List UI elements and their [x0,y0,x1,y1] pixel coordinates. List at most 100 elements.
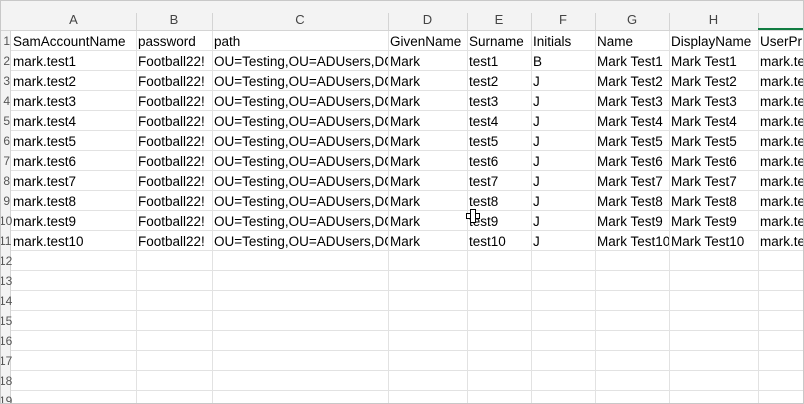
data-cell[interactable]: mark.test2 [11,71,136,91]
data-cell[interactable]: mark.te [758,211,803,231]
data-cell[interactable]: J [531,231,595,251]
data-cell[interactable]: Football22! [136,211,212,231]
row-header-18[interactable]: 18 [1,371,12,391]
data-cell[interactable]: test3 [467,91,531,111]
row-header-12[interactable]: 12 [1,251,12,271]
data-cell[interactable]: Football22! [136,111,212,131]
data-cell[interactable]: Mark Test3 [669,91,758,111]
data-cell[interactable]: Mark Test4 [595,111,669,131]
data-cell[interactable]: mark.test1 [11,51,136,71]
data-cell[interactable]: J [531,91,595,111]
row-header-16[interactable]: 16 [1,331,12,351]
data-cell[interactable]: OU=Testing,OU=ADUsers,DC [212,131,388,151]
data-cell[interactable]: mark.test3 [11,91,136,111]
data-cell[interactable]: mark.test5 [11,131,136,151]
data-cell[interactable]: mark.te [758,151,803,171]
data-cell[interactable]: J [531,71,595,91]
data-cell[interactable]: Mark Test5 [595,131,669,151]
header-cell[interactable]: Initials [531,31,595,51]
data-cell[interactable]: Mark [388,131,467,151]
data-cell[interactable]: Mark [388,211,467,231]
row-header-4[interactable]: 4 [1,91,10,111]
row-header-15[interactable]: 15 [1,311,12,331]
data-cell[interactable]: test5 [467,131,531,151]
header-cell[interactable]: DisplayName [669,31,758,51]
data-cell[interactable]: mark.te [758,131,803,151]
data-cell[interactable]: Mark Test1 [669,51,758,71]
data-cell[interactable]: test1 [467,51,531,71]
data-cell[interactable]: Football22! [136,191,212,211]
data-cell[interactable]: mark.test7 [11,171,136,191]
data-cell[interactable]: Mark Test9 [669,211,758,231]
data-cell[interactable]: mark.te [758,191,803,211]
data-cell[interactable]: test6 [467,151,531,171]
column-header-a[interactable]: A [11,1,136,30]
data-cell[interactable]: OU=Testing,OU=ADUsers,DC [212,231,388,251]
row-header-10[interactable]: 10 [1,211,12,231]
data-cell[interactable]: J [531,131,595,151]
row-header-6[interactable]: 6 [1,131,10,151]
data-cell[interactable]: Football22! [136,131,212,151]
column-header-c[interactable]: C [212,1,388,30]
data-cell[interactable]: Football22! [136,71,212,91]
row-header-5[interactable]: 5 [1,111,10,131]
header-cell[interactable]: Surname [467,31,531,51]
data-cell[interactable]: mark.te [758,71,803,91]
data-cell[interactable]: Mark Test3 [595,91,669,111]
data-cell[interactable]: Football22! [136,151,212,171]
row-header-14[interactable]: 14 [1,291,12,311]
row-header-13[interactable]: 13 [1,271,12,291]
data-cell[interactable]: OU=Testing,OU=ADUsers,DC [212,191,388,211]
header-cell[interactable]: password [136,31,212,51]
data-cell[interactable]: mark.test6 [11,151,136,171]
header-cell[interactable]: SamAccountName [11,31,136,51]
data-cell[interactable]: test8 [467,191,531,211]
data-cell[interactable]: Mark [388,51,467,71]
data-cell[interactable]: Mark Test2 [595,71,669,91]
data-cell[interactable]: Mark Test7 [669,171,758,191]
header-cell[interactable]: Name [595,31,669,51]
header-cell[interactable]: GivenName [388,31,467,51]
row-header-8[interactable]: 8 [1,171,10,191]
data-cell[interactable]: mark.test10 [11,231,136,251]
data-cell[interactable]: Mark [388,231,467,251]
data-cell[interactable]: mark.te [758,51,803,71]
data-cell[interactable]: Mark [388,71,467,91]
data-cell[interactable]: Mark [388,191,467,211]
data-cell[interactable]: J [531,211,595,231]
data-cell[interactable]: J [531,111,595,131]
column-header-i[interactable] [758,1,803,30]
row-header-3[interactable]: 3 [1,71,10,91]
cell-grid[interactable]: SamAccountName password path GivenName Surna… [11,31,803,403]
data-cell[interactable]: OU=Testing,OU=ADUsers,DC [212,151,388,171]
data-cell[interactable]: Mark Test1 [595,51,669,71]
data-cell[interactable]: Football22! [136,231,212,251]
data-cell[interactable]: Mark Test10 [669,231,758,251]
data-cell[interactable]: mark.te [758,91,803,111]
row-header-1[interactable]: 1 [1,31,10,51]
data-cell[interactable]: Mark [388,111,467,131]
column-header-b[interactable]: B [136,1,212,30]
data-cell[interactable]: Mark Test4 [669,111,758,131]
data-cell[interactable]: Mark Test10 [595,231,669,251]
data-cell[interactable]: Mark [388,151,467,171]
data-cell[interactable]: Mark Test9 [595,211,669,231]
data-cell[interactable]: Mark Test5 [669,131,758,151]
data-cell[interactable]: J [531,171,595,191]
data-cell[interactable]: mark.test4 [11,111,136,131]
column-header-g[interactable]: G [595,1,669,30]
data-cell[interactable]: OU=Testing,OU=ADUsers,DC [212,211,388,231]
row-header-19[interactable]: 19 [1,391,12,403]
data-cell[interactable]: Football22! [136,91,212,111]
column-header-h[interactable]: H [669,1,758,30]
column-header-e[interactable]: E [467,1,531,30]
data-cell[interactable]: mark.te [758,171,803,191]
data-cell[interactable]: OU=Testing,OU=ADUsers,DC [212,111,388,131]
column-header-d[interactable]: D [388,1,467,30]
data-cell[interactable]: Mark Test8 [669,191,758,211]
data-cell[interactable]: J [531,191,595,211]
data-cell[interactable]: mark.te [758,231,803,251]
data-cell[interactable]: test10 [467,231,531,251]
data-cell[interactable]: Mark Test7 [595,171,669,191]
data-cell[interactable]: Mark Test6 [669,151,758,171]
